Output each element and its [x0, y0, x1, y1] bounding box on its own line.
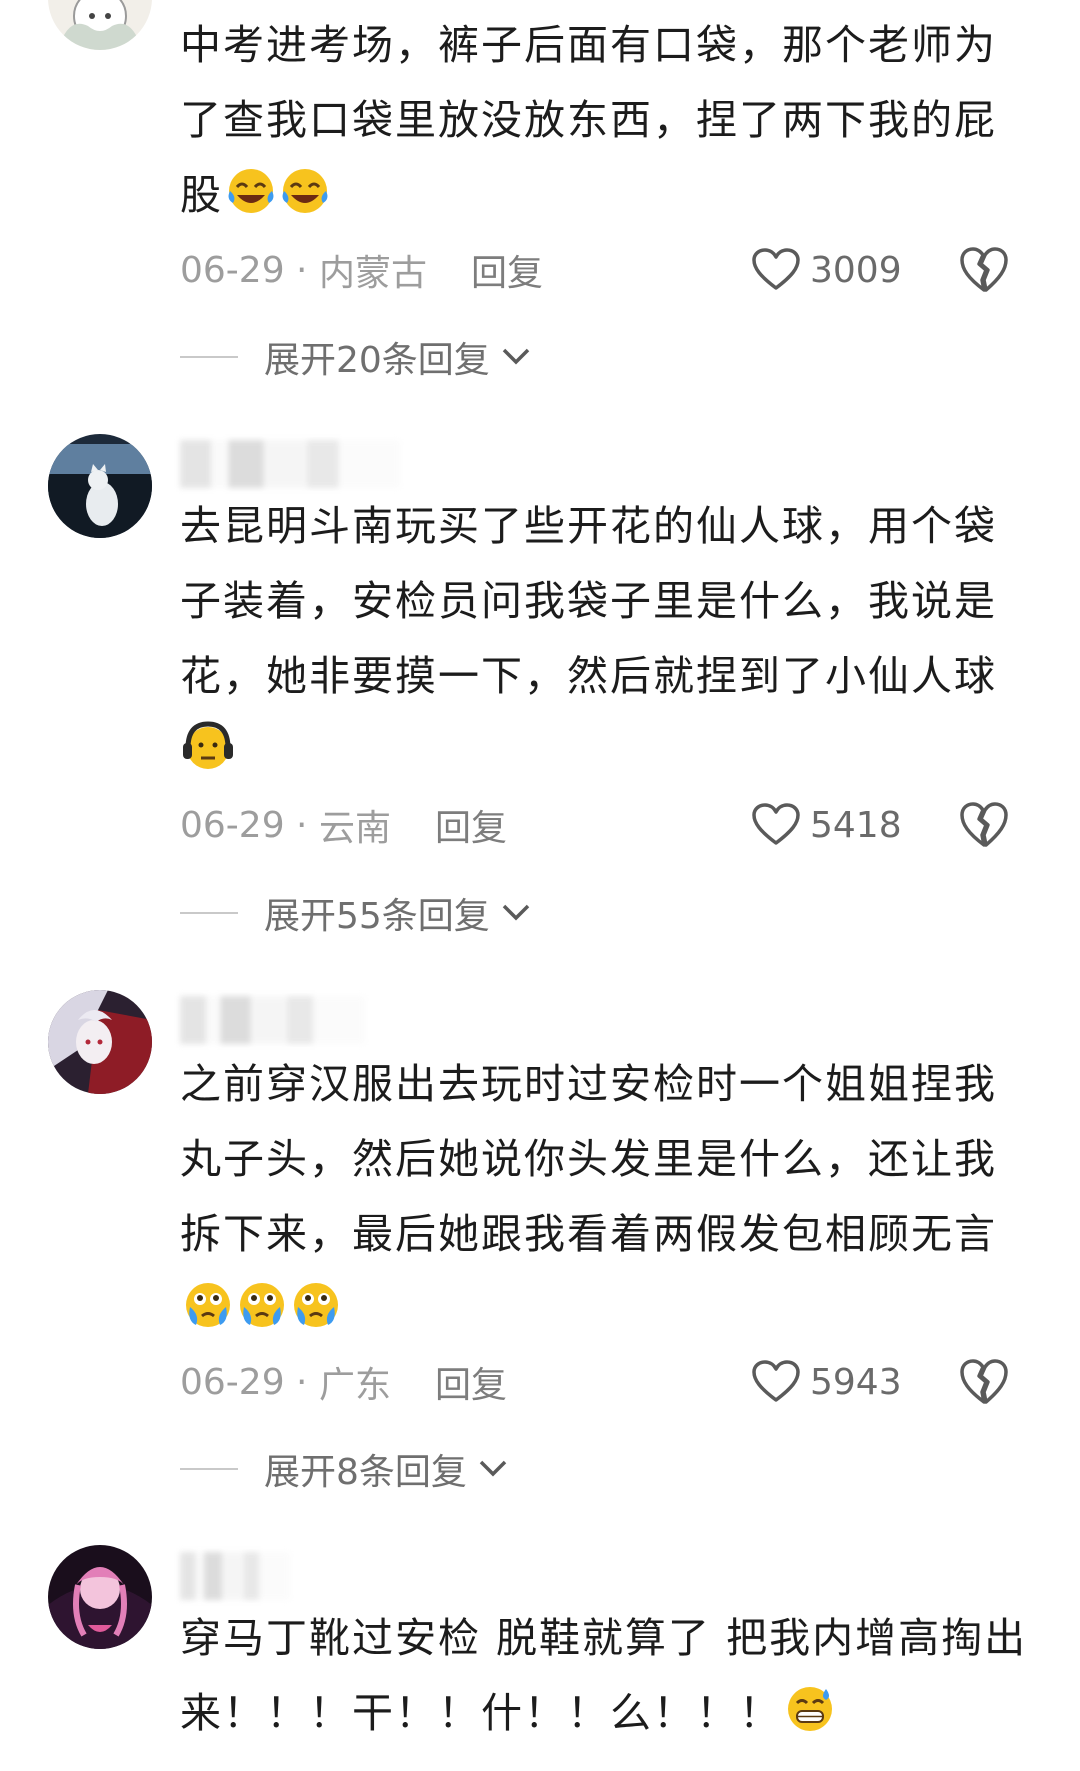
comment-location: 广东: [318, 1365, 391, 1406]
reply-button[interactable]: 回复: [435, 799, 507, 851]
divider-line: [180, 356, 238, 358]
teary-eyes-emoji: [238, 1281, 286, 1329]
comment-text: 之前穿汉服出去玩时过安检时一个姐姐捏我丸子头，然后她说你头发里是什么，还让我拆下…: [180, 1047, 1000, 1347]
comment-date: 06-29: [180, 1361, 285, 1403]
expand-replies-button[interactable]: 展开55条回复: [180, 888, 532, 938]
reply-button[interactable]: 回复: [471, 244, 543, 296]
comment-meta: 06-29 · 云南 回复 5418: [180, 800, 1040, 850]
divider-line: [180, 1468, 238, 1470]
comment-location: 内蒙古: [318, 253, 427, 294]
comment-text: 中考进考场，裤子后面有口袋，那个老师为了查我口袋里放没放东西，捏了两下我的屁股: [180, 21, 997, 219]
rolling-laughing-emoji: [281, 167, 329, 215]
broken-heart-icon[interactable]: [960, 801, 1008, 849]
broken-heart-icon[interactable]: [960, 1358, 1008, 1406]
like-count: 3009: [810, 249, 902, 291]
avatar[interactable]: [48, 0, 152, 50]
like-count: 5943: [810, 1361, 902, 1403]
comment-meta: 06-29 · 广东 回复 5943: [180, 1357, 1040, 1407]
heart-icon: [752, 248, 800, 290]
like-button[interactable]: 5943: [752, 1360, 902, 1404]
avatar[interactable]: [48, 434, 152, 538]
expand-replies-label: 展开20条回复: [264, 340, 490, 381]
grinning-sweat-emoji: [786, 1685, 834, 1733]
avatar[interactable]: [48, 1545, 152, 1649]
rolling-laughing-emoji: [227, 167, 275, 215]
chevron-down-icon: [502, 348, 530, 364]
like-button[interactable]: 3009: [752, 248, 902, 292]
comment-date: 06-29: [180, 249, 285, 291]
headphones-pained-emoji: [182, 721, 234, 773]
divider-line: [180, 912, 238, 914]
username[interactable]: [180, 996, 365, 1044]
like-count: 5418: [810, 804, 902, 846]
username[interactable]: [180, 1552, 290, 1600]
expand-replies-button[interactable]: 展开20条回复: [180, 332, 532, 382]
chevron-down-icon: [479, 1460, 507, 1476]
like-button[interactable]: 5418: [752, 803, 902, 847]
heart-icon: [752, 1360, 800, 1402]
avatar[interactable]: [48, 990, 152, 1094]
teary-eyes-emoji: [184, 1281, 232, 1329]
broken-heart-icon[interactable]: [960, 246, 1008, 294]
comment-location: 云南: [318, 808, 391, 849]
reply-button[interactable]: 回复: [435, 1356, 507, 1408]
expand-replies-label: 展开55条回复: [264, 896, 490, 937]
username[interactable]: [180, 440, 400, 488]
heart-icon: [752, 803, 800, 845]
chevron-down-icon: [502, 904, 530, 920]
comment-text: 去昆明斗南玩买了些开花的仙人球，用个袋子装着，安检员问我袋子里是什么，我说是花，…: [180, 489, 1000, 789]
comment-meta: 06-29 · 内蒙古 回复 3009: [180, 245, 1040, 295]
teary-eyes-emoji: [292, 1281, 340, 1329]
expand-replies-button[interactable]: 展开8条回复: [180, 1444, 509, 1494]
comment-text: 穿马丁靴过安检 脱鞋就算了 把我内增高掏出来！！！干！！什！！么！！！: [180, 1614, 1028, 1737]
expand-replies-label: 展开8条回复: [264, 1452, 467, 1493]
comment-date: 06-29: [180, 804, 285, 846]
